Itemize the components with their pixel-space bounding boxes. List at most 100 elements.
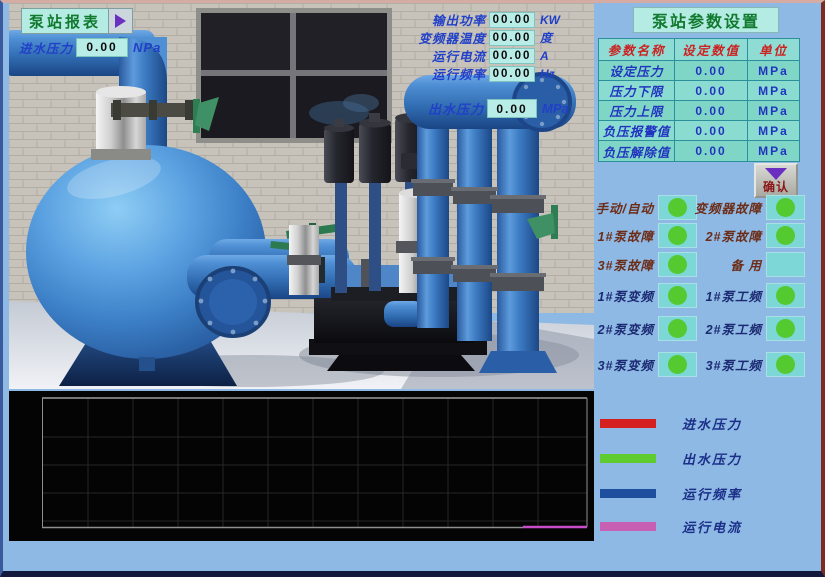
- play-icon[interactable]: [109, 8, 133, 34]
- param-unit: MPa: [748, 61, 799, 81]
- output-power-label: 输出功率: [366, 10, 486, 29]
- readout-output-power: 输出功率 00.00 KW: [366, 11, 560, 28]
- table-row: 负压报警值 0.00 MPa: [599, 121, 799, 141]
- indicator-pump2-vfd: 2#泵变频: [593, 316, 697, 341]
- settings-panel-title-text: 泵站参数设置: [652, 8, 760, 32]
- led: [668, 355, 687, 374]
- param-name: 压力下限: [599, 81, 675, 101]
- indicator-pump1-fault: 1#泵故障: [593, 223, 697, 248]
- led: [776, 355, 795, 374]
- inlet-pressure-unit: NPa: [133, 40, 161, 55]
- readout-run-current: 运行电流 00.00 A: [366, 47, 549, 64]
- led: [668, 319, 687, 338]
- outlet-pressure-readout: 出水压力 0.00 MPa: [366, 99, 569, 118]
- report-button[interactable]: 泵站报表: [21, 8, 133, 34]
- param-name: 负压解除值: [599, 141, 675, 161]
- indicator-pump3-fault: 3#泵故障: [593, 252, 697, 277]
- param-value[interactable]: 0.00: [675, 121, 748, 141]
- parameter-table: 参数名称 设定数值 单位 设定压力 0.00 MPa 压力下限 0.00 MPa…: [598, 38, 800, 162]
- indicator-led-box: [658, 223, 697, 248]
- legend-label: 进水压力: [682, 414, 742, 433]
- readout-run-frequency: 运行频率 00.00 Hz: [366, 65, 555, 82]
- indicator-led-box: [658, 195, 697, 220]
- param-unit: MPa: [748, 121, 799, 141]
- legend-swatch: [600, 489, 656, 498]
- run-frequency-label: 运行频率: [366, 64, 486, 83]
- indicator-label: 2#泵工频: [706, 319, 762, 338]
- legend-label: 运行电流: [682, 517, 742, 536]
- run-frequency-unit: Hz: [540, 67, 555, 81]
- pump-station-3d-scene: 泵站报表 进水压力 0.00 NPa 输出功率 00.00 KW 变频器温度 0…: [9, 3, 594, 389]
- legend-item-run-current: 运行电流: [600, 520, 742, 532]
- legend-swatch: [600, 454, 656, 463]
- table-row: 压力下限 0.00 MPa: [599, 81, 799, 101]
- outlet-pressure-label: 出水压力: [366, 99, 484, 118]
- table-row: 设定压力 0.00 MPa: [599, 61, 799, 81]
- confirm-button-label: 确认: [763, 181, 789, 193]
- indicator-pump2-fault: 2#泵故障: [700, 223, 805, 248]
- led: [776, 226, 795, 245]
- indicator-label: 1#泵变频: [598, 286, 654, 305]
- legend-swatch: [600, 522, 656, 531]
- led: [668, 198, 687, 217]
- run-current-label: 运行电流: [366, 46, 486, 65]
- inlet-pressure-readout: 进水压力 0.00 NPa: [19, 37, 161, 57]
- run-current-value: 00.00: [489, 48, 535, 64]
- trend-chart-grid: [9, 391, 594, 541]
- inlet-pressure-value: 0.00: [76, 38, 128, 57]
- trend-chart: [9, 391, 594, 541]
- indicator-spare: 备 用: [700, 252, 805, 277]
- col-header-unit: 单位: [748, 39, 799, 61]
- led: [776, 319, 795, 338]
- indicator-label: 手动/自动: [596, 198, 654, 217]
- indicator-led-box: [766, 283, 805, 308]
- settings-panel-title: 泵站参数设置: [633, 7, 779, 33]
- indicator-led-box: [658, 316, 697, 341]
- indicator-label: 2#泵变频: [598, 319, 654, 338]
- output-power-unit: KW: [540, 13, 560, 27]
- indicator-led-box: [766, 352, 805, 377]
- run-current-unit: A: [540, 49, 549, 63]
- param-value[interactable]: 0.00: [675, 81, 748, 101]
- indicator-pump3-vfd: 3#泵变频: [593, 352, 697, 377]
- legend-swatch: [600, 419, 656, 428]
- report-button-label[interactable]: 泵站报表: [21, 8, 109, 34]
- indicator-led-box: [658, 283, 697, 308]
- output-power-value: 00.00: [489, 12, 535, 28]
- indicator-label: 备 用: [731, 255, 762, 274]
- indicator-pump2-mains: 2#泵工频: [700, 316, 805, 341]
- inverter-temp-value: 00.00: [489, 30, 535, 46]
- indicator-label: 3#泵故障: [598, 255, 654, 274]
- table-header-row: 参数名称 设定数值 单位: [599, 39, 799, 61]
- param-name: 负压报警值: [599, 121, 675, 141]
- readout-inverter-temp: 变频器温度 00.00 度: [366, 29, 552, 46]
- indicator-led-box: [658, 252, 697, 277]
- param-name: 设定压力: [599, 61, 675, 81]
- indicator-label: 1#泵工频: [706, 286, 762, 305]
- run-frequency-value: 00.00: [489, 66, 535, 82]
- led: [776, 286, 795, 305]
- led: [668, 255, 687, 274]
- confirm-button[interactable]: 确认: [754, 163, 798, 198]
- col-header-set-value: 设定数值: [675, 39, 748, 61]
- col-header-param-name: 参数名称: [599, 39, 675, 61]
- hmi-screen: 泵站报表 进水压力 0.00 NPa 输出功率 00.00 KW 变频器温度 0…: [0, 0, 825, 577]
- param-name: 压力上限: [599, 101, 675, 121]
- legend-item-run-frequency: 运行频率: [600, 487, 742, 499]
- outlet-pressure-unit: MPa: [542, 101, 569, 116]
- confirm-triangle-icon: [765, 168, 787, 180]
- table-row: 压力上限 0.00 MPa: [599, 101, 799, 121]
- param-value[interactable]: 0.00: [675, 61, 748, 81]
- indicator-vfd-fault: 变频器故障: [700, 195, 805, 220]
- param-value[interactable]: 0.00: [675, 141, 748, 161]
- indicator-label: 1#泵故障: [598, 226, 654, 245]
- indicator-led-box: [766, 316, 805, 341]
- indicator-led-box: [766, 252, 805, 277]
- param-value[interactable]: 0.00: [675, 101, 748, 121]
- led: [668, 286, 687, 305]
- indicator-label: 3#泵变频: [598, 355, 654, 374]
- led: [776, 198, 795, 217]
- indicator-led-box: [766, 195, 805, 220]
- indicator-pump3-mains: 3#泵工频: [700, 352, 805, 377]
- indicator-led-box: [658, 352, 697, 377]
